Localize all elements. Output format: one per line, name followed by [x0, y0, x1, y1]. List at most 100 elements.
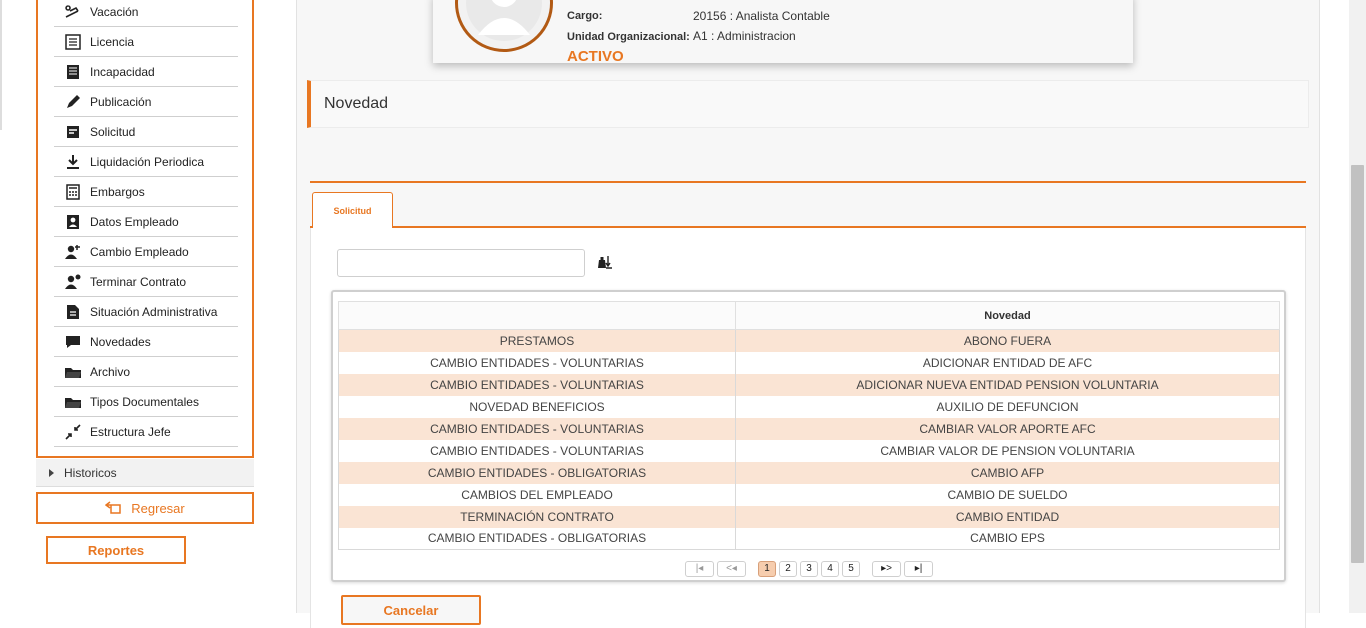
table-row[interactable]: CAMBIO ENTIDADES - VOLUNTARIAS CAMBIAR VA… — [338, 417, 1280, 440]
sidebar-item-embargos[interactable]: Embargos — [54, 177, 238, 207]
page-button-1[interactable]: 1 — [758, 560, 776, 577]
user-silhouette-icon — [466, 0, 542, 41]
column-header-tipo[interactable] — [338, 301, 736, 330]
sidebar-item-label: Estructura Jefe — [90, 424, 171, 439]
cell-tipo: CAMBIO ENTIDADES - OBLIGATORIAS — [338, 527, 736, 550]
last-page-button[interactable]: ▸| — [904, 560, 933, 577]
cell-tipo: CAMBIO ENTIDADES - VOLUNTARIAS — [338, 439, 736, 462]
sidebar-item-label: Solicitud — [90, 124, 136, 139]
avatar — [455, 0, 553, 52]
sidebar-item-datos-empleado[interactable]: Datos Empleado — [54, 207, 238, 237]
sidebar-item-vacacion[interactable]: Vacación — [54, 0, 238, 27]
table-row[interactable]: CAMBIO ENTIDADES - VOLUNTARIAS CAMBIAR VA… — [338, 439, 1280, 462]
main-content: Cargo: 20156 : Analista Contable Unidad … — [296, 0, 1320, 628]
table-body: PRESTAMOS ABONO FUERA CAMBIO ENTIDADES - V… — [338, 329, 1280, 550]
request-icon — [64, 123, 82, 141]
vacation-icon — [64, 3, 82, 21]
user-remove-icon — [64, 273, 82, 291]
table-row[interactable]: PRESTAMOS ABONO FUERA — [338, 329, 1280, 352]
table-row[interactable]: TERMINACIÓN CONTRATO CAMBIO ENTIDAD — [338, 505, 1280, 528]
disability-icon — [64, 63, 82, 81]
reportes-button[interactable]: Reportes — [46, 536, 186, 564]
document-icon — [64, 303, 82, 321]
user-change-icon — [64, 243, 82, 261]
folder-open-icon — [64, 393, 82, 411]
cell-tipo: TERMINACIÓN CONTRATO — [338, 505, 736, 528]
table-header-row: Novedad — [338, 301, 1280, 330]
calculator-icon — [64, 183, 82, 201]
sidebar-item-incapacidad[interactable]: Incapacidad — [54, 57, 238, 87]
cell-novedad: CAMBIO ENTIDAD — [735, 505, 1280, 528]
sidebar-item-novedades[interactable]: Novedades — [54, 327, 238, 357]
license-icon — [64, 33, 82, 51]
sidebar-item-label: Liquidación Periodica — [90, 154, 205, 169]
cell-novedad: ADICIONAR NUEVA ENTIDAD PENSION VOLUNTAR… — [735, 373, 1280, 396]
sidebar-item-label: Terminar Contrato — [90, 274, 187, 289]
sidebar-item-tipos-documentales[interactable]: Tipos Documentales — [54, 387, 238, 417]
cell-tipo: CAMBIO ENTIDADES - VOLUNTARIAS — [338, 373, 736, 396]
table-row[interactable]: CAMBIO ENTIDADES - VOLUNTARIAS ADICIONAR … — [338, 373, 1280, 396]
status-badge: ACTIVO — [567, 48, 624, 65]
unidad-value: A1 : Administracion — [693, 29, 796, 43]
cell-tipo: NOVEDAD BENEFICIOS — [338, 395, 736, 418]
folder-icon — [64, 363, 82, 381]
tab-solicitud[interactable]: Solicitud — [312, 192, 393, 228]
sidebar-item-label: Incapacidad — [90, 64, 155, 79]
pagination: |◂ <◂ 1 2 3 4 5 ▸> ▸| — [685, 560, 936, 577]
cell-novedad: ABONO FUERA — [735, 329, 1280, 352]
sidebar-edge — [0, 0, 2, 130]
cell-novedad: CAMBIAR VALOR APORTE AFC — [735, 417, 1280, 440]
cancelar-button[interactable]: Cancelar — [341, 595, 481, 625]
employee-menu: Vacación Licencia Incapacidad Publicación So… — [36, 0, 254, 458]
table-row[interactable]: CAMBIO ENTIDADES - VOLUNTARIAS ADICIONAR … — [338, 351, 1280, 374]
page-button-3[interactable]: 3 — [800, 560, 818, 577]
cell-novedad: CAMBIO DE SUELDO — [735, 483, 1280, 506]
novedades-grid: Novedad PRESTAMOS ABONO FUERA CAMBIO ENTID… — [331, 290, 1286, 582]
sidebar-item-licencia[interactable]: Licencia — [54, 27, 238, 57]
cell-tipo: PRESTAMOS — [338, 329, 736, 352]
search-input[interactable] — [337, 249, 585, 277]
table-row[interactable]: CAMBIOS DEL EMPLEADO CAMBIO DE SUELDO — [338, 483, 1280, 506]
novedad-panel-header: Novedad — [307, 80, 1309, 128]
sidebar-item-label: Embargos — [90, 184, 145, 199]
sidebar-item-liquidacion-periodica[interactable]: Liquidación Periodica — [54, 147, 238, 177]
cargo-value: 20156 : Analista Contable — [693, 9, 830, 23]
sidebar-item-solicitud[interactable]: Solicitud — [54, 117, 238, 147]
page-scrollbar[interactable] — [1349, 0, 1366, 613]
prev-page-button[interactable]: <◂ — [717, 560, 746, 577]
clear-filter-icon[interactable] — [597, 254, 613, 270]
sidebar-item-terminar-contrato[interactable]: Terminar Contrato — [54, 267, 238, 297]
sidebar-item-archivo[interactable]: Archivo — [54, 357, 238, 387]
pen-icon — [64, 93, 82, 111]
cell-tipo: CAMBIO ENTIDADES - VOLUNTARIAS — [338, 417, 736, 440]
sidebar-item-label: Publicación — [90, 94, 152, 109]
page-button-2[interactable]: 2 — [779, 560, 797, 577]
cell-tipo: CAMBIOS DEL EMPLEADO — [338, 483, 736, 506]
sidebar-item-cambio-empleado[interactable]: Cambio Empleado — [54, 237, 238, 267]
next-page-button[interactable]: ▸> — [872, 560, 901, 577]
historicos-toggle[interactable]: Historicos — [36, 459, 254, 487]
table-row[interactable]: NOVEDAD BENEFICIOS AUXILIO DE DEFUNCION — [338, 395, 1280, 418]
sidebar-item-label: Novedades — [90, 334, 151, 349]
regresar-label: Regresar — [131, 500, 185, 516]
sidebar-item-label: Vacación — [90, 4, 139, 19]
employee-profile-card: Cargo: 20156 : Analista Contable Unidad … — [433, 0, 1133, 65]
employee-card-icon — [64, 213, 82, 231]
caret-right-icon — [49, 468, 54, 477]
sidebar-item-estructura-jefe[interactable]: Estructura Jefe — [54, 417, 238, 447]
scrollbar-thumb[interactable] — [1351, 165, 1364, 563]
novedades-table: Novedad PRESTAMOS ABONO FUERA CAMBIO ENTID… — [338, 301, 1280, 550]
sidebar-item-situacion-administrativa[interactable]: Situación Administrativa — [54, 297, 238, 327]
sidebar-item-label: Situación Administrativa — [90, 304, 218, 319]
column-header-novedad[interactable]: Novedad — [735, 301, 1280, 330]
download-icon — [64, 153, 82, 171]
table-row[interactable]: CAMBIO ENTIDADES - OBLIGATORIAS CAMBIO AF… — [338, 461, 1280, 484]
sidebar: Vacación Licencia Incapacidad Publicación So… — [0, 0, 296, 613]
page-button-4[interactable]: 4 — [821, 560, 839, 577]
sidebar-item-publicacion[interactable]: Publicación — [54, 87, 238, 117]
table-row[interactable]: CAMBIO ENTIDADES - OBLIGATORIAS CAMBIO EP… — [338, 527, 1280, 550]
first-page-button[interactable]: |◂ — [685, 560, 714, 577]
regresar-button[interactable]: Regresar — [36, 492, 254, 524]
cell-novedad: CAMBIAR VALOR DE PENSION VOLUNTARIA — [735, 439, 1280, 462]
page-button-5[interactable]: 5 — [842, 560, 860, 577]
